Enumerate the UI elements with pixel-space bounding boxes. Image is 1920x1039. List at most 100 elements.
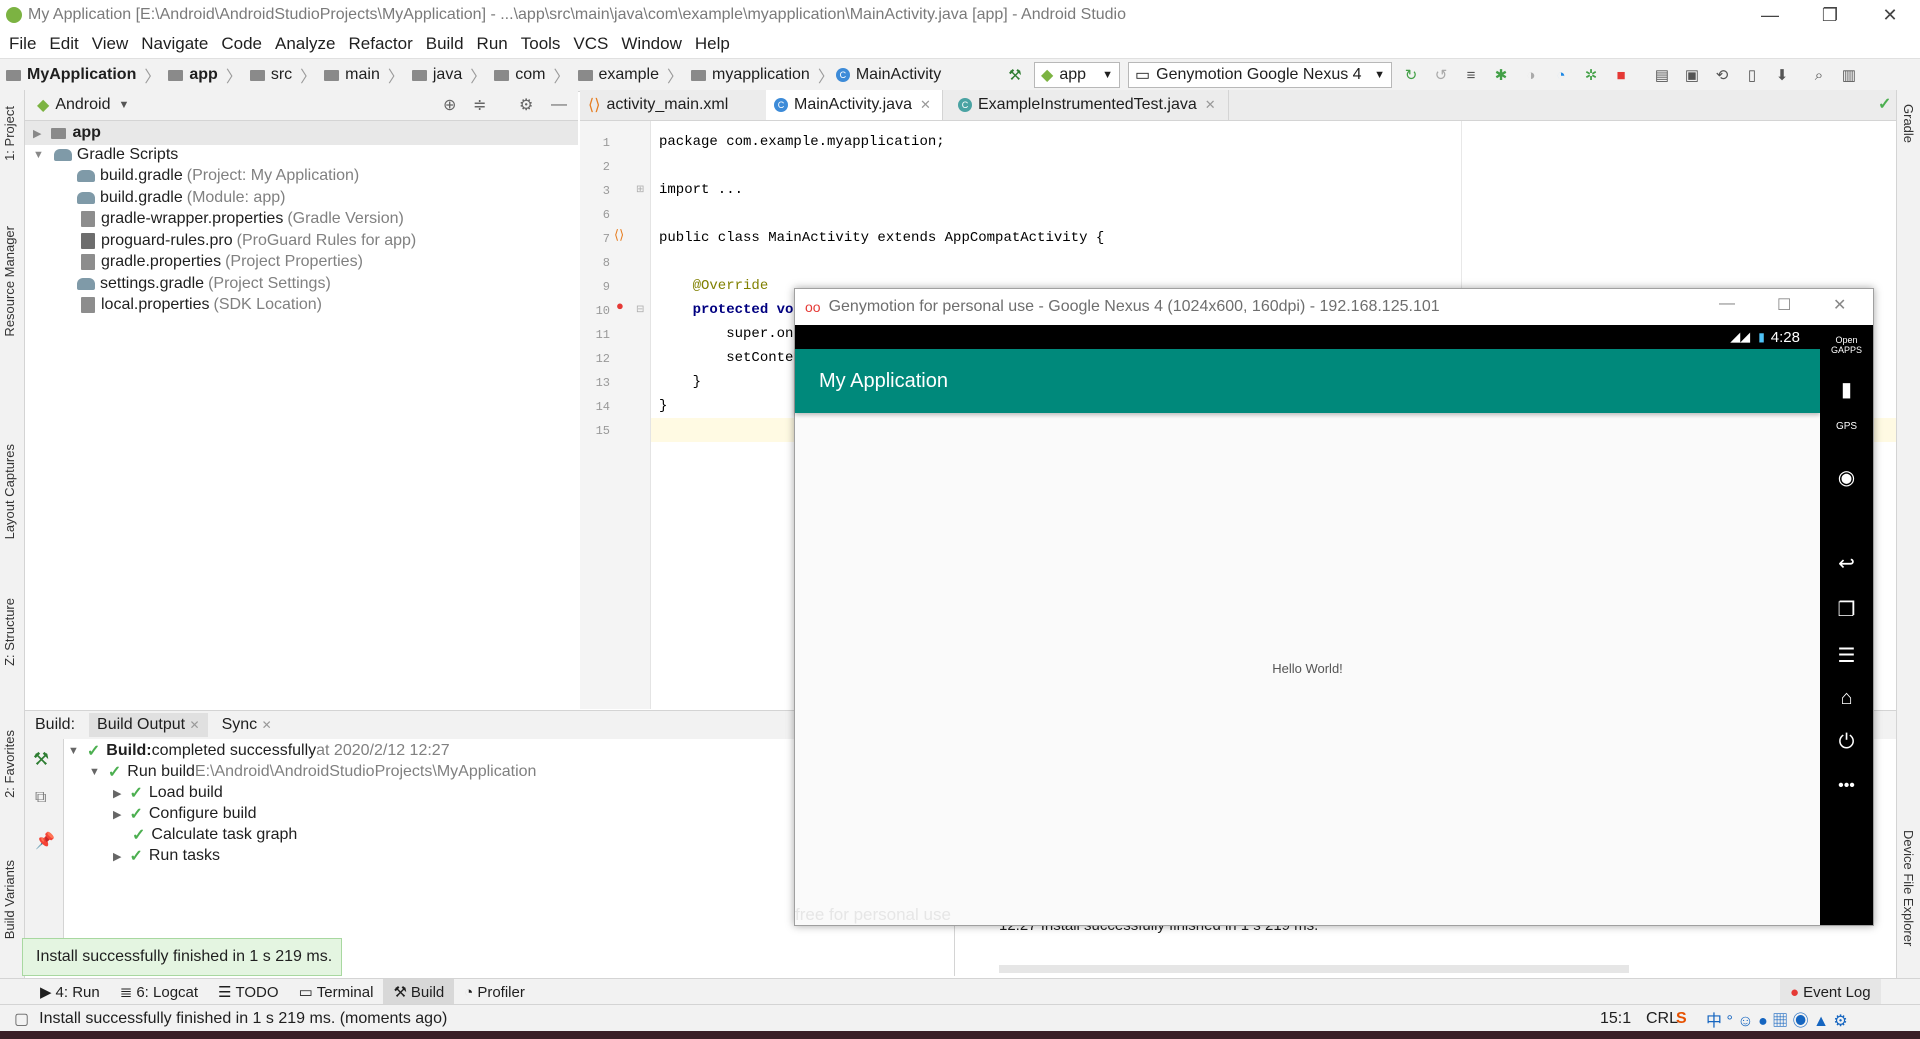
menu-help[interactable]: Help — [695, 34, 730, 54]
tab-exampleinstrumentedtest-java[interactable]: C ExampleInstrumentedTest.java ✕ — [950, 90, 1229, 120]
recent-apps-icon[interactable]: ❐ — [1820, 597, 1873, 622]
breadcrumb-example[interactable]: example — [572, 66, 659, 84]
apply-changes-icon[interactable]: ↻ — [1399, 63, 1423, 87]
tool-window-build-variants[interactable]: Build Variants — [2, 860, 17, 939]
chevron-right-icon[interactable]: ▶ — [113, 787, 121, 800]
run-config-select[interactable]: ◆ app ▼ — [1034, 62, 1120, 88]
build-row-status[interactable]: ▼ ✓ Build: completed successfully at 2020… — [68, 741, 450, 761]
tool-tab-terminal[interactable]: ▭ Terminal — [289, 979, 384, 1005]
tree-item-app[interactable]: ▶ app — [25, 121, 578, 145]
breadcrumb-myapplication-package[interactable]: myapplication — [685, 66, 810, 84]
device-select[interactable]: ▭ Genymotion Google Nexus 4 ▼ — [1128, 62, 1392, 88]
tool-window-structure[interactable]: Z: Structure — [2, 598, 17, 666]
fold-icon[interactable]: ⊞ — [636, 184, 644, 195]
menu-build[interactable]: Build — [426, 34, 464, 54]
tree-item-local-properties[interactable]: local.properties (SDK Location) — [81, 293, 322, 317]
hammer-icon[interactable]: ⚒ — [33, 749, 49, 770]
chevron-right-icon[interactable]: ▶ — [113, 808, 121, 821]
chevron-right-icon[interactable]: ▶ — [113, 850, 121, 863]
gps-widget-button[interactable]: GPS — [1820, 421, 1873, 432]
hide-panel-icon[interactable]: — — [551, 96, 567, 114]
tool-tab-build[interactable]: ⚒ Build — [383, 979, 455, 1005]
tool-window-gradle[interactable]: Gradle — [1901, 104, 1916, 143]
breadcrumb-src[interactable]: src — [244, 66, 292, 84]
tool-window-project[interactable]: 1: Project — [2, 106, 17, 161]
tree-item-gradle-wrapper-properties[interactable]: gradle-wrapper.properties (Gradle Version… — [81, 207, 404, 231]
maximize-button[interactable]: ❐ — [1800, 0, 1860, 30]
tab-mainactivity-java[interactable]: C MainActivity.java ✕ — [766, 90, 943, 120]
menu-file[interactable]: File — [9, 34, 36, 54]
menu-window[interactable]: Window — [621, 34, 681, 54]
menu-analyze[interactable]: Analyze — [275, 34, 335, 54]
home-icon[interactable]: ⌂ — [1820, 687, 1873, 710]
chevron-down-icon[interactable]: ▼ — [33, 149, 44, 161]
close-tab-icon[interactable]: ✕ — [262, 718, 272, 732]
pin-icon[interactable]: 📌 — [35, 831, 55, 851]
build-row-run-build[interactable]: ▼ ✓ Run build E:\Android\AndroidStudioPro… — [89, 762, 536, 782]
chevron-down-icon[interactable]: ▼ — [68, 745, 79, 757]
stop-icon[interactable]: ■ — [1609, 63, 1633, 87]
menu-refactor[interactable]: Refactor — [348, 34, 412, 54]
breadcrumb-mainactivity[interactable]: C MainActivity — [835, 66, 941, 84]
horizontal-scrollbar[interactable] — [999, 965, 1629, 973]
tool-window-device-file-explorer[interactable]: Device File Explorer — [1901, 830, 1916, 946]
more-icon[interactable]: ••• — [1820, 777, 1873, 795]
tab-activity-main-xml[interactable]: ⟨⟩ activity_main.xml — [580, 90, 767, 120]
list-icon[interactable]: ≡ — [1459, 63, 1483, 87]
genymotion-close-button[interactable]: ✕ — [1833, 295, 1846, 315]
chevron-right-icon[interactable]: ▶ — [33, 127, 41, 140]
layout-inspector-icon[interactable]: ▣ — [1680, 63, 1704, 87]
breadcrumb-com[interactable]: com — [488, 66, 545, 84]
battery-widget-icon[interactable]: ▮ — [1820, 377, 1873, 402]
tab-sync[interactable]: Sync ✕ — [222, 716, 272, 734]
close-tab-icon[interactable]: ✕ — [190, 718, 200, 732]
build-row-load-build[interactable]: ▶ ✓ Load build — [113, 783, 223, 803]
hammer-build-icon[interactable]: ⚒ — [1003, 63, 1027, 87]
genymotion-minimize-button[interactable]: — — [1719, 295, 1735, 313]
gear-icon[interactable]: ⚙ — [519, 95, 533, 115]
build-row-configure-build[interactable]: ▶ ✓ Configure build — [113, 804, 257, 824]
tool-tab-run[interactable]: ▶ 4: Run — [30, 979, 110, 1005]
power-icon[interactable]: ⏻ — [1820, 731, 1873, 754]
close-button[interactable]: ✕ — [1860, 0, 1920, 30]
minimize-button[interactable]: — — [1740, 0, 1800, 30]
tool-window-resource-manager[interactable]: Resource Manager — [2, 226, 17, 337]
menu-vcs[interactable]: VCS — [573, 34, 608, 54]
tree-item-gradle-properties[interactable]: gradle.properties (Project Properties) — [81, 250, 363, 274]
tab-build-output[interactable]: Build Output ✕ — [89, 713, 208, 737]
webcam-icon[interactable]: ◉ — [1820, 465, 1873, 490]
toggle-tool-windows-icon[interactable]: ▢ — [14, 1009, 29, 1029]
sync-gradle-icon[interactable]: ⟲ — [1710, 63, 1734, 87]
avd-manager-icon[interactable]: ▯ — [1740, 63, 1764, 87]
emulator-screen[interactable]: ◢◢ ▮ 4:28 My Application Hello World! fr… — [795, 325, 1820, 925]
menu-tools[interactable]: Tools — [521, 34, 561, 54]
menu-run[interactable]: Run — [477, 34, 508, 54]
collapse-all-icon[interactable]: ≑ — [473, 95, 486, 115]
genymotion-icon[interactable]: ▥ — [1837, 63, 1861, 87]
close-tab-icon[interactable]: ✕ — [920, 97, 931, 113]
run-tests-icon[interactable]: ✲ — [1579, 63, 1603, 87]
back-icon[interactable]: ↩ — [1820, 551, 1873, 576]
profile-icon[interactable]: ◔ — [1549, 63, 1573, 87]
toggle-view-icon[interactable]: ⧉ — [35, 789, 46, 807]
fold-icon[interactable]: ⊟ — [636, 304, 644, 315]
sdk-manager-icon[interactable]: ⬇ — [1770, 63, 1794, 87]
project-structure-icon[interactable]: ▤ — [1650, 63, 1674, 87]
genymotion-maximize-button[interactable]: ☐ — [1777, 295, 1791, 315]
tool-tab-event-log[interactable]: ● Event Log — [1780, 979, 1881, 1005]
menu-code[interactable]: Code — [221, 34, 262, 54]
layout-link-icon[interactable]: ⟨⟩ — [614, 227, 624, 243]
chevron-down-icon[interactable]: ▼ — [118, 99, 129, 111]
tree-item-build-gradle-project[interactable]: build.gradle (Project: My Application) — [77, 164, 359, 188]
chevron-down-icon[interactable]: ▼ — [89, 766, 100, 778]
menu-edit[interactable]: Edit — [49, 34, 78, 54]
breadcrumb-main[interactable]: main — [318, 66, 380, 84]
menu-view[interactable]: View — [92, 34, 129, 54]
locate-icon[interactable]: ⊕ — [443, 95, 456, 115]
open-gapps-button[interactable]: Open GAPPS — [1820, 335, 1873, 355]
breadcrumb-java[interactable]: java — [406, 66, 462, 84]
project-view-select[interactable]: Android — [55, 96, 110, 114]
tool-tab-profiler[interactable]: ◔ Profiler — [454, 979, 535, 1005]
tool-tab-todo[interactable]: ☰ TODO — [208, 979, 289, 1005]
build-row-calculate-task-graph[interactable]: ✓ Calculate task graph — [132, 825, 297, 845]
